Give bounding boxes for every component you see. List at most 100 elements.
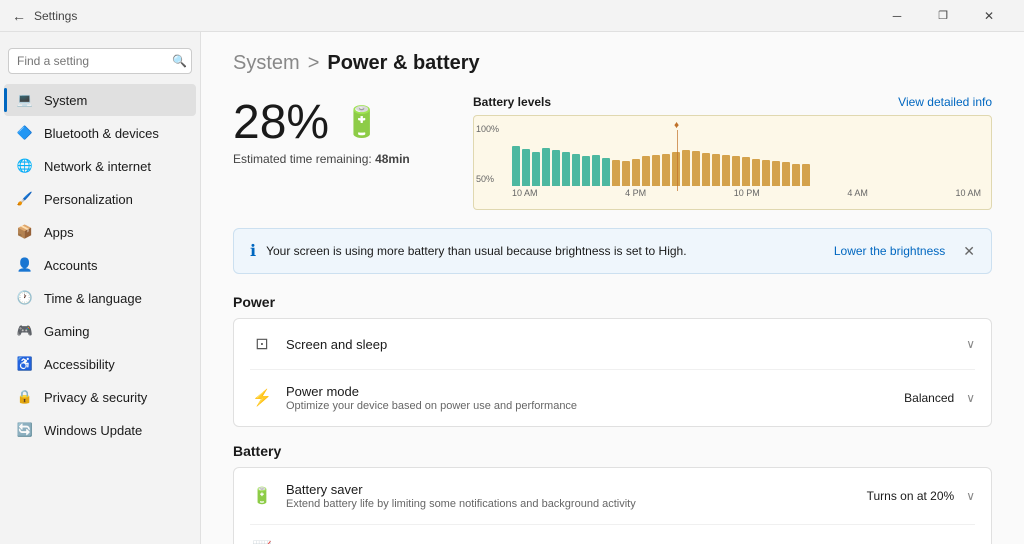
chart-bar <box>612 160 620 186</box>
screen-sleep-title: Screen and sleep <box>286 337 954 352</box>
lower-brightness-link[interactable]: Lower the brightness <box>834 244 945 258</box>
titlebar-controls: ─ ❐ ✕ <box>874 0 1012 32</box>
restore-button[interactable]: ❐ <box>920 0 966 32</box>
battery-time-value: 48min <box>375 152 410 166</box>
power-settings-card: ⊡ Screen and sleep ∨ ⚡ Power mode Optimi… <box>233 318 992 427</box>
battery-usage-row[interactable]: 📈 Battery usage ∨ <box>234 525 991 544</box>
main-content: System > Power & battery 28% 🔋 Estimated… <box>200 32 1024 544</box>
battery-chart-section: Battery levels View detailed info 100% 5… <box>473 95 992 210</box>
chart-bar <box>642 156 650 186</box>
update-icon: 🔄 <box>16 422 34 438</box>
sidebar-item-time[interactable]: 🕐 Time & language <box>4 282 196 314</box>
chart-bar <box>602 158 610 186</box>
bluetooth-icon: 🔷 <box>16 125 34 141</box>
battery-usage-icon: 📈 <box>250 540 274 544</box>
sidebar-item-apps[interactable]: 📦 Apps <box>4 216 196 248</box>
battery-icon-large: 🔋 <box>343 105 380 140</box>
battery-saver-icon: 🔋 <box>250 486 274 506</box>
power-mode-row[interactable]: ⚡ Power mode Optimize your device based … <box>234 370 991 426</box>
chart-bar <box>592 155 600 186</box>
close-button[interactable]: ✕ <box>966 0 1012 32</box>
chart-bar <box>692 151 700 186</box>
accessibility-icon: ♿ <box>16 356 34 372</box>
chart-bar <box>752 159 760 186</box>
search-box[interactable]: 🔍 <box>8 48 192 74</box>
view-detailed-link[interactable]: View detailed info <box>898 95 992 109</box>
chart-bar <box>732 156 740 186</box>
sidebar-item-network[interactable]: 🌐 Network & internet <box>4 150 196 182</box>
sidebar-item-apps-label: Apps <box>44 225 74 240</box>
battery-saver-row[interactable]: 🔋 Battery saver Extend battery life by l… <box>234 468 991 524</box>
chart-bar <box>712 154 720 186</box>
chart-line <box>677 130 678 191</box>
power-mode-content: Power mode Optimize your device based on… <box>286 384 892 412</box>
screen-sleep-icon: ⊡ <box>250 334 274 354</box>
info-icon: ℹ <box>250 241 256 261</box>
chart-bar <box>572 154 580 186</box>
time-icon: 🕐 <box>16 290 34 306</box>
accounts-icon: 👤 <box>16 257 34 273</box>
battery-time-label: Estimated time remaining: <box>233 152 372 166</box>
search-input[interactable] <box>17 54 172 68</box>
battery-saver-content: Battery saver Extend battery life by lim… <box>286 482 855 510</box>
chart-bar <box>682 150 690 186</box>
screen-sleep-chevron: ∨ <box>966 337 975 351</box>
chart-bars-container <box>512 124 981 186</box>
power-mode-title: Power mode <box>286 384 892 399</box>
sidebar-item-personalization-label: Personalization <box>44 192 133 207</box>
sidebar-item-bluetooth[interactable]: 🔷 Bluetooth & devices <box>4 117 196 149</box>
sidebar-item-gaming-label: Gaming <box>44 324 90 339</box>
breadcrumb-separator: > <box>308 52 320 75</box>
chart-title: Battery levels <box>473 95 551 109</box>
power-mode-value: Balanced <box>904 391 954 405</box>
breadcrumb-parent[interactable]: System <box>233 52 300 75</box>
sidebar-item-system-label: System <box>44 93 87 108</box>
chart-bar <box>702 153 710 186</box>
chart-bar <box>582 156 590 186</box>
chart-x-labels: 10 AM 4 PM 10 PM 4 AM 10 AM <box>512 188 981 198</box>
titlebar-title: Settings <box>34 9 77 23</box>
sidebar-item-privacy[interactable]: 🔒 Privacy & security <box>4 381 196 413</box>
screen-sleep-row[interactable]: ⊡ Screen and sleep ∨ <box>234 319 991 369</box>
chart-bar <box>662 154 670 186</box>
chart-bar <box>782 162 790 186</box>
chart-bar <box>722 155 730 186</box>
back-icon[interactable]: ← <box>12 8 26 24</box>
system-icon: 💻 <box>16 92 34 108</box>
battery-chart: 100% 50% ♦ 10 AM 4 PM 10 PM <box>473 115 992 210</box>
chart-bar <box>772 161 780 186</box>
battery-saver-chevron: ∨ <box>966 489 975 503</box>
sidebar-item-gaming[interactable]: 🎮 Gaming <box>4 315 196 347</box>
screen-sleep-content: Screen and sleep <box>286 337 954 352</box>
chart-bar <box>632 159 640 186</box>
sidebar-item-update[interactable]: 🔄 Windows Update <box>4 414 196 446</box>
sidebar-item-accessibility[interactable]: ♿ Accessibility <box>4 348 196 380</box>
battery-time-row: Estimated time remaining: 48min <box>233 152 433 166</box>
sidebar-item-personalization[interactable]: 🖌️ Personalization <box>4 183 196 215</box>
sidebar: 🔍 💻 System 🔷 Bluetooth & devices 🌐 Netwo… <box>0 32 200 544</box>
battery-settings-card: 🔋 Battery saver Extend battery life by l… <box>233 467 992 544</box>
battery-status: 28% 🔋 Estimated time remaining: 48min <box>233 95 433 166</box>
sidebar-item-accessibility-label: Accessibility <box>44 357 115 372</box>
sidebar-item-update-label: Windows Update <box>44 423 142 438</box>
info-close-button[interactable]: ✕ <box>963 243 975 260</box>
chart-bar <box>802 164 810 186</box>
power-mode-chevron: ∨ <box>966 391 975 405</box>
sidebar-item-accounts[interactable]: 👤 Accounts <box>4 249 196 281</box>
battery-section-label: Battery <box>233 443 992 459</box>
apps-icon: 📦 <box>16 224 34 240</box>
power-section-label: Power <box>233 294 992 310</box>
chart-y-labels: 100% 50% <box>476 124 499 184</box>
chart-bar <box>742 157 750 186</box>
minimize-button[interactable]: ─ <box>874 0 920 32</box>
battery-saver-title: Battery saver <box>286 482 855 497</box>
sidebar-item-system[interactable]: 💻 System <box>4 84 196 116</box>
chart-bar <box>512 146 520 186</box>
sidebar-item-network-label: Network & internet <box>44 159 151 174</box>
sidebar-item-bluetooth-label: Bluetooth & devices <box>44 126 159 141</box>
chart-bar <box>562 152 570 186</box>
network-icon: 🌐 <box>16 158 34 174</box>
chart-bar <box>552 150 560 186</box>
chart-bar <box>672 152 680 186</box>
gaming-icon: 🎮 <box>16 323 34 339</box>
